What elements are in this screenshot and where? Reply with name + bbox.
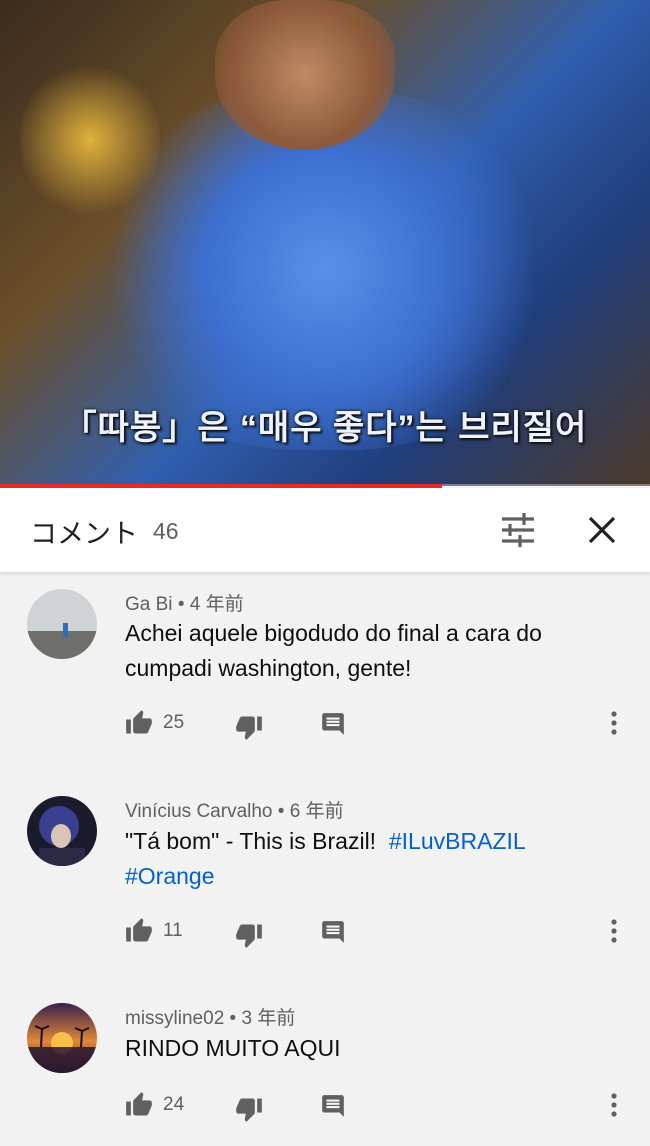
sort-filter-icon[interactable] [498, 512, 538, 548]
close-icon[interactable] [584, 512, 620, 548]
comment-item: missyline02 • 3 年前 RINDO MUITO AQUI 24 [0, 975, 650, 1146]
avatar[interactable] [27, 796, 97, 866]
comments-title: コメント [30, 519, 138, 549]
comment-text-body: "Tá bom" - This is Brazil! [125, 828, 377, 854]
video-player[interactable]: 「따봉」은 “매우 좋다”는 브리질어 [0, 0, 650, 486]
avatar[interactable] [27, 589, 97, 659]
thumbs-up-icon[interactable] [125, 1091, 153, 1119]
comment-actions: 24 [125, 1091, 625, 1123]
anime-character-avatar [27, 796, 97, 866]
comment-text: "Tá bom" - This is Brazil! #ILuvBRAZIL #… [125, 824, 595, 894]
reply-comment-icon[interactable] [320, 711, 346, 737]
comment-item: Ga Bi • 4 年前 Achei aquele bigodudo do fi… [0, 572, 650, 769]
foggy-landscape-avatar [27, 589, 97, 659]
video-person-face [215, 0, 395, 150]
comment-item: Vinícius Carvalho • 6 年前 "Tá bom" - This… [0, 768, 650, 976]
more-vertical-icon[interactable] [609, 917, 619, 945]
video-subtitle: 「따봉」은 “매우 좋다”는 브리질어 [62, 409, 588, 447]
sunset-palm-trees-avatar [27, 1003, 97, 1073]
like-count: 25 [163, 712, 185, 733]
hashtag-link[interactable]: #ILuvBRAZIL [389, 828, 526, 854]
comments-header: コメント 46 [0, 488, 650, 572]
comment-time: 6 年前 [289, 801, 344, 822]
comment-author[interactable]: missyline02 [125, 1008, 224, 1029]
more-vertical-icon[interactable] [609, 709, 619, 737]
reply-comment-icon[interactable] [320, 919, 346, 945]
meta-separator: • [229, 1008, 237, 1029]
thumbs-down-icon[interactable] [235, 921, 263, 949]
comment-meta: Vinícius Carvalho • 6 年前 [125, 796, 344, 823]
like-count: 11 [163, 920, 183, 941]
thumbs-down-icon[interactable] [235, 1095, 263, 1123]
comment-meta: missyline02 • 3 年前 [125, 1003, 295, 1030]
comment-time: 4 年前 [189, 594, 244, 615]
more-vertical-icon[interactable] [609, 1091, 619, 1119]
comment-author[interactable]: Vinícius Carvalho [125, 801, 273, 822]
meta-separator: • [177, 594, 185, 615]
reply-comment-icon[interactable] [320, 1093, 346, 1119]
comment-text: Achei aquele bigodudo do final a cara do… [125, 620, 542, 681]
avatar[interactable] [27, 1003, 97, 1073]
hashtag-link[interactable]: #Orange [125, 863, 215, 889]
comment-text: RINDO MUITO AQUI [125, 1035, 341, 1061]
comment-actions: 11 [125, 917, 625, 949]
comments-count: 46 [153, 518, 179, 544]
thumbs-down-icon[interactable] [235, 713, 263, 741]
comment-time: 3 年前 [241, 1008, 296, 1029]
comment-actions: 25 [125, 709, 625, 741]
comment-author[interactable]: Ga Bi [125, 594, 173, 615]
thumbs-up-icon[interactable] [125, 917, 153, 945]
like-count: 24 [163, 1094, 185, 1115]
thumbs-up-icon[interactable] [125, 709, 153, 737]
comment-meta: Ga Bi • 4 年前 [125, 589, 244, 616]
meta-separator: • [277, 801, 285, 822]
